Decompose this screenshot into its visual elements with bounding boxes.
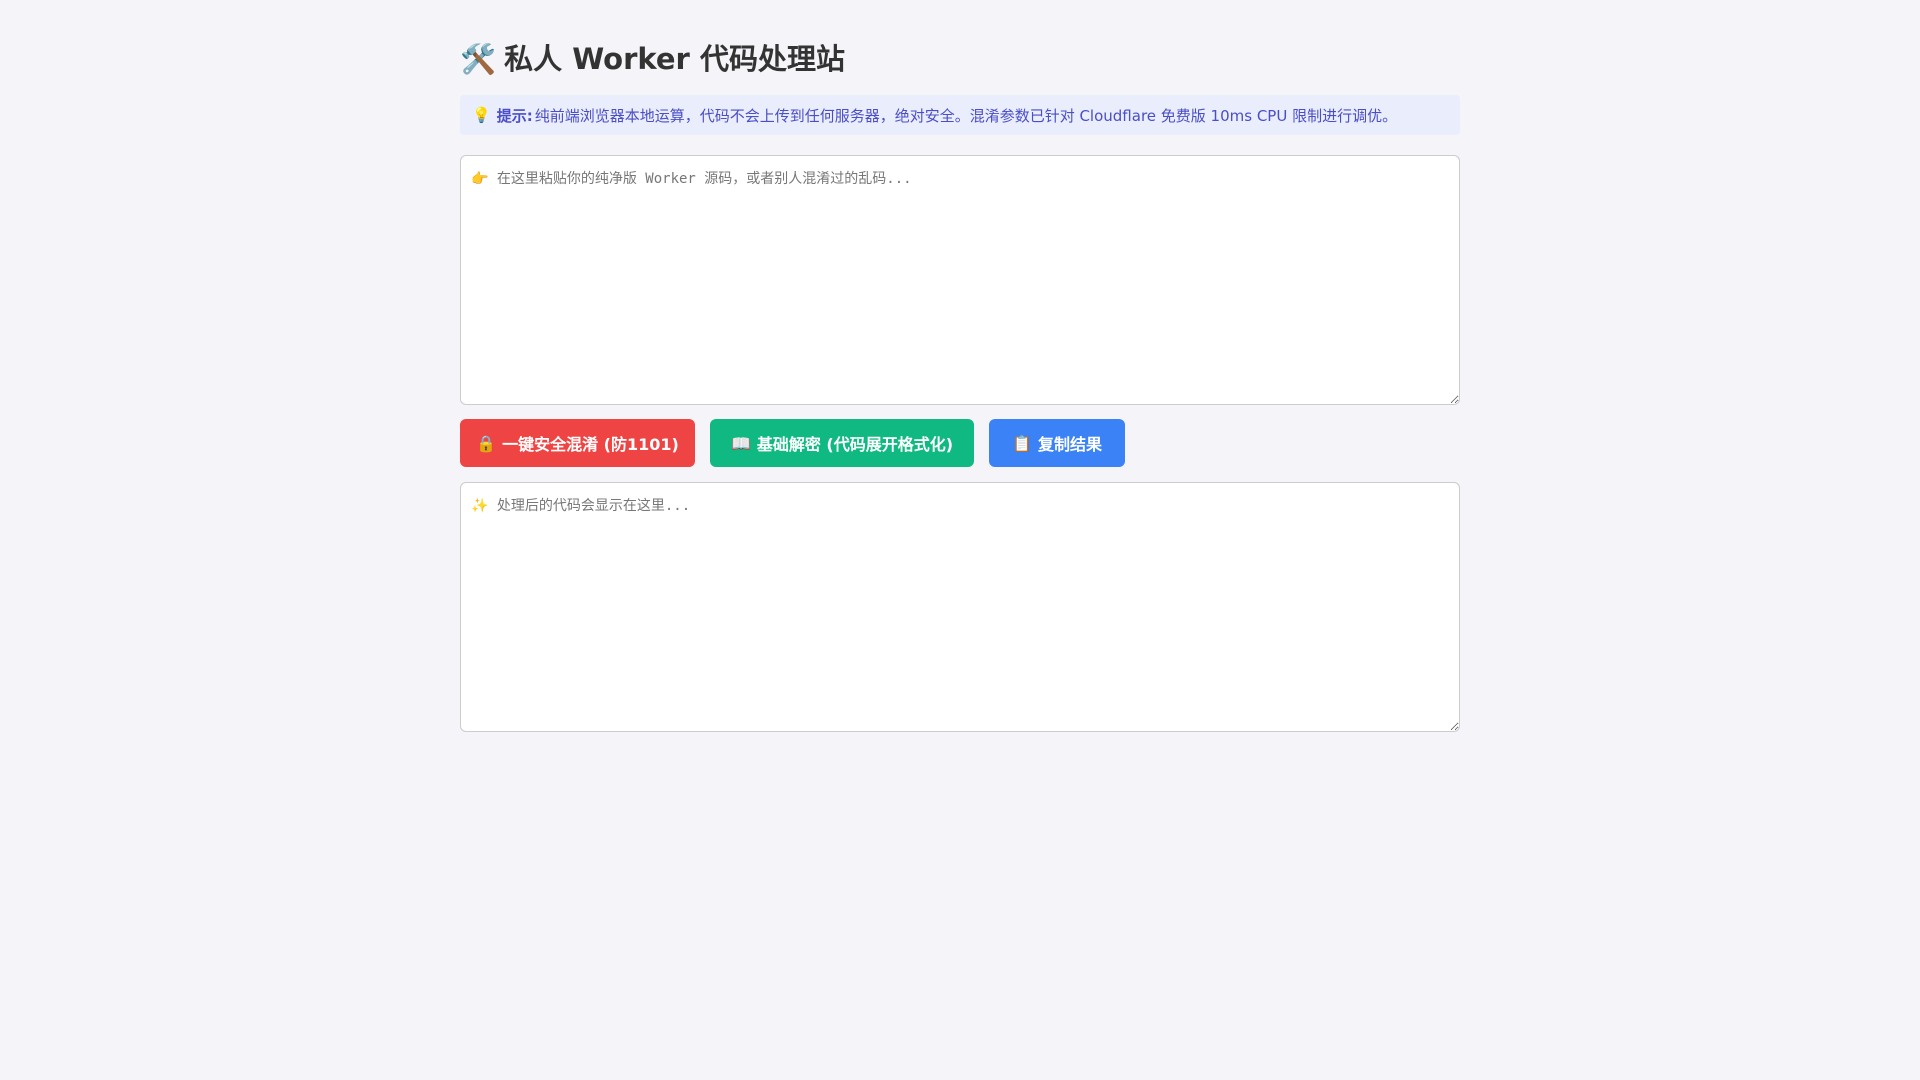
result-output[interactable] bbox=[460, 482, 1460, 732]
source-code-input[interactable] bbox=[460, 155, 1460, 405]
decode-button[interactable]: 📖 基础解密 (代码展开格式化) bbox=[710, 419, 974, 467]
clipboard-icon: 📋 bbox=[1012, 433, 1032, 453]
tip-text: 纯前端浏览器本地运算，代码不会上传到任何服务器，绝对安全。混淆参数已针对 Clo… bbox=[534, 106, 1398, 125]
book-icon: 📖 bbox=[730, 433, 751, 453]
copy-button-label: 复制结果 bbox=[1037, 435, 1102, 454]
decode-button-label: 基础解密 (代码展开格式化) bbox=[756, 435, 954, 454]
lightbulb-icon: 💡 bbox=[472, 106, 491, 124]
copy-result-button[interactable]: 📋 复制结果 bbox=[989, 419, 1125, 467]
obfuscate-button-label: 一键安全混淆 (防1101) bbox=[502, 435, 679, 454]
obfuscate-button[interactable]: 🔒 一键安全混淆 (防1101) bbox=[460, 419, 695, 467]
tip-banner: 💡 提示: 纯前端浏览器本地运算，代码不会上传到任何服务器，绝对安全。混淆参数已… bbox=[460, 95, 1460, 135]
page-title: 🛠️ 私人 Worker 代码处理站 bbox=[460, 40, 845, 78]
action-bar: 🔒 一键安全混淆 (防1101) 📖 基础解密 (代码展开格式化) 📋 复制结果 bbox=[460, 419, 1125, 467]
tools-icon: 🛠️ bbox=[460, 42, 497, 76]
page-title-text: 私人 Worker 代码处理站 bbox=[504, 42, 845, 76]
lock-icon: 🔒 bbox=[476, 433, 497, 453]
tip-label: 提示: bbox=[496, 106, 533, 125]
